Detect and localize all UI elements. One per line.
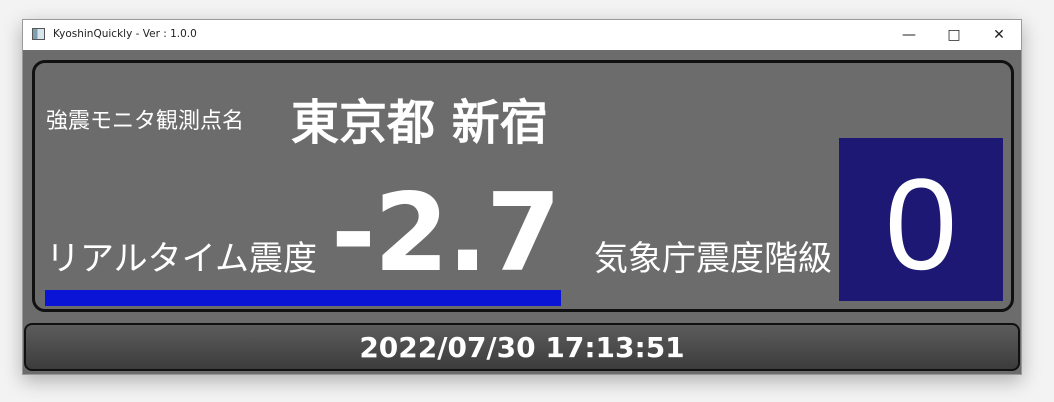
- intensity-bar: [45, 290, 561, 306]
- app-icon: [32, 28, 45, 40]
- window-title: KyoshinQuickly - Ver : 1.0.0: [53, 28, 197, 40]
- jma-intensity-box: 0: [839, 138, 1003, 301]
- jma-intensity-value: 0: [884, 150, 958, 297]
- intensity-bar-fill: [45, 290, 561, 306]
- maximize-button[interactable]: □: [931, 20, 977, 50]
- realtime-intensity-value: -2.7: [331, 171, 561, 296]
- intensity-panel: 強震モニタ観測点名 東京都 新宿 リアルタイム震度 -2.7 気象庁震度階級 0: [32, 60, 1014, 312]
- title-bar[interactable]: KyoshinQuickly - Ver : 1.0.0 — □ ✕: [23, 20, 1021, 50]
- realtime-intensity-label: リアルタイム震度: [46, 239, 317, 279]
- timestamp: 2022/07/30 17:13:51: [359, 330, 685, 364]
- station-name: 東京都 新宿: [291, 95, 548, 151]
- jma-intensity-label: 気象庁震度階級: [594, 239, 832, 279]
- station-label: 強震モニタ観測点名: [46, 109, 245, 134]
- app-window: KyoshinQuickly - Ver : 1.0.0 — □ ✕ 強震モニタ…: [22, 19, 1022, 375]
- close-button[interactable]: ✕: [976, 20, 1021, 50]
- timestamp-bar: 2022/07/30 17:13:51: [24, 323, 1020, 371]
- minimize-button[interactable]: —: [886, 20, 932, 50]
